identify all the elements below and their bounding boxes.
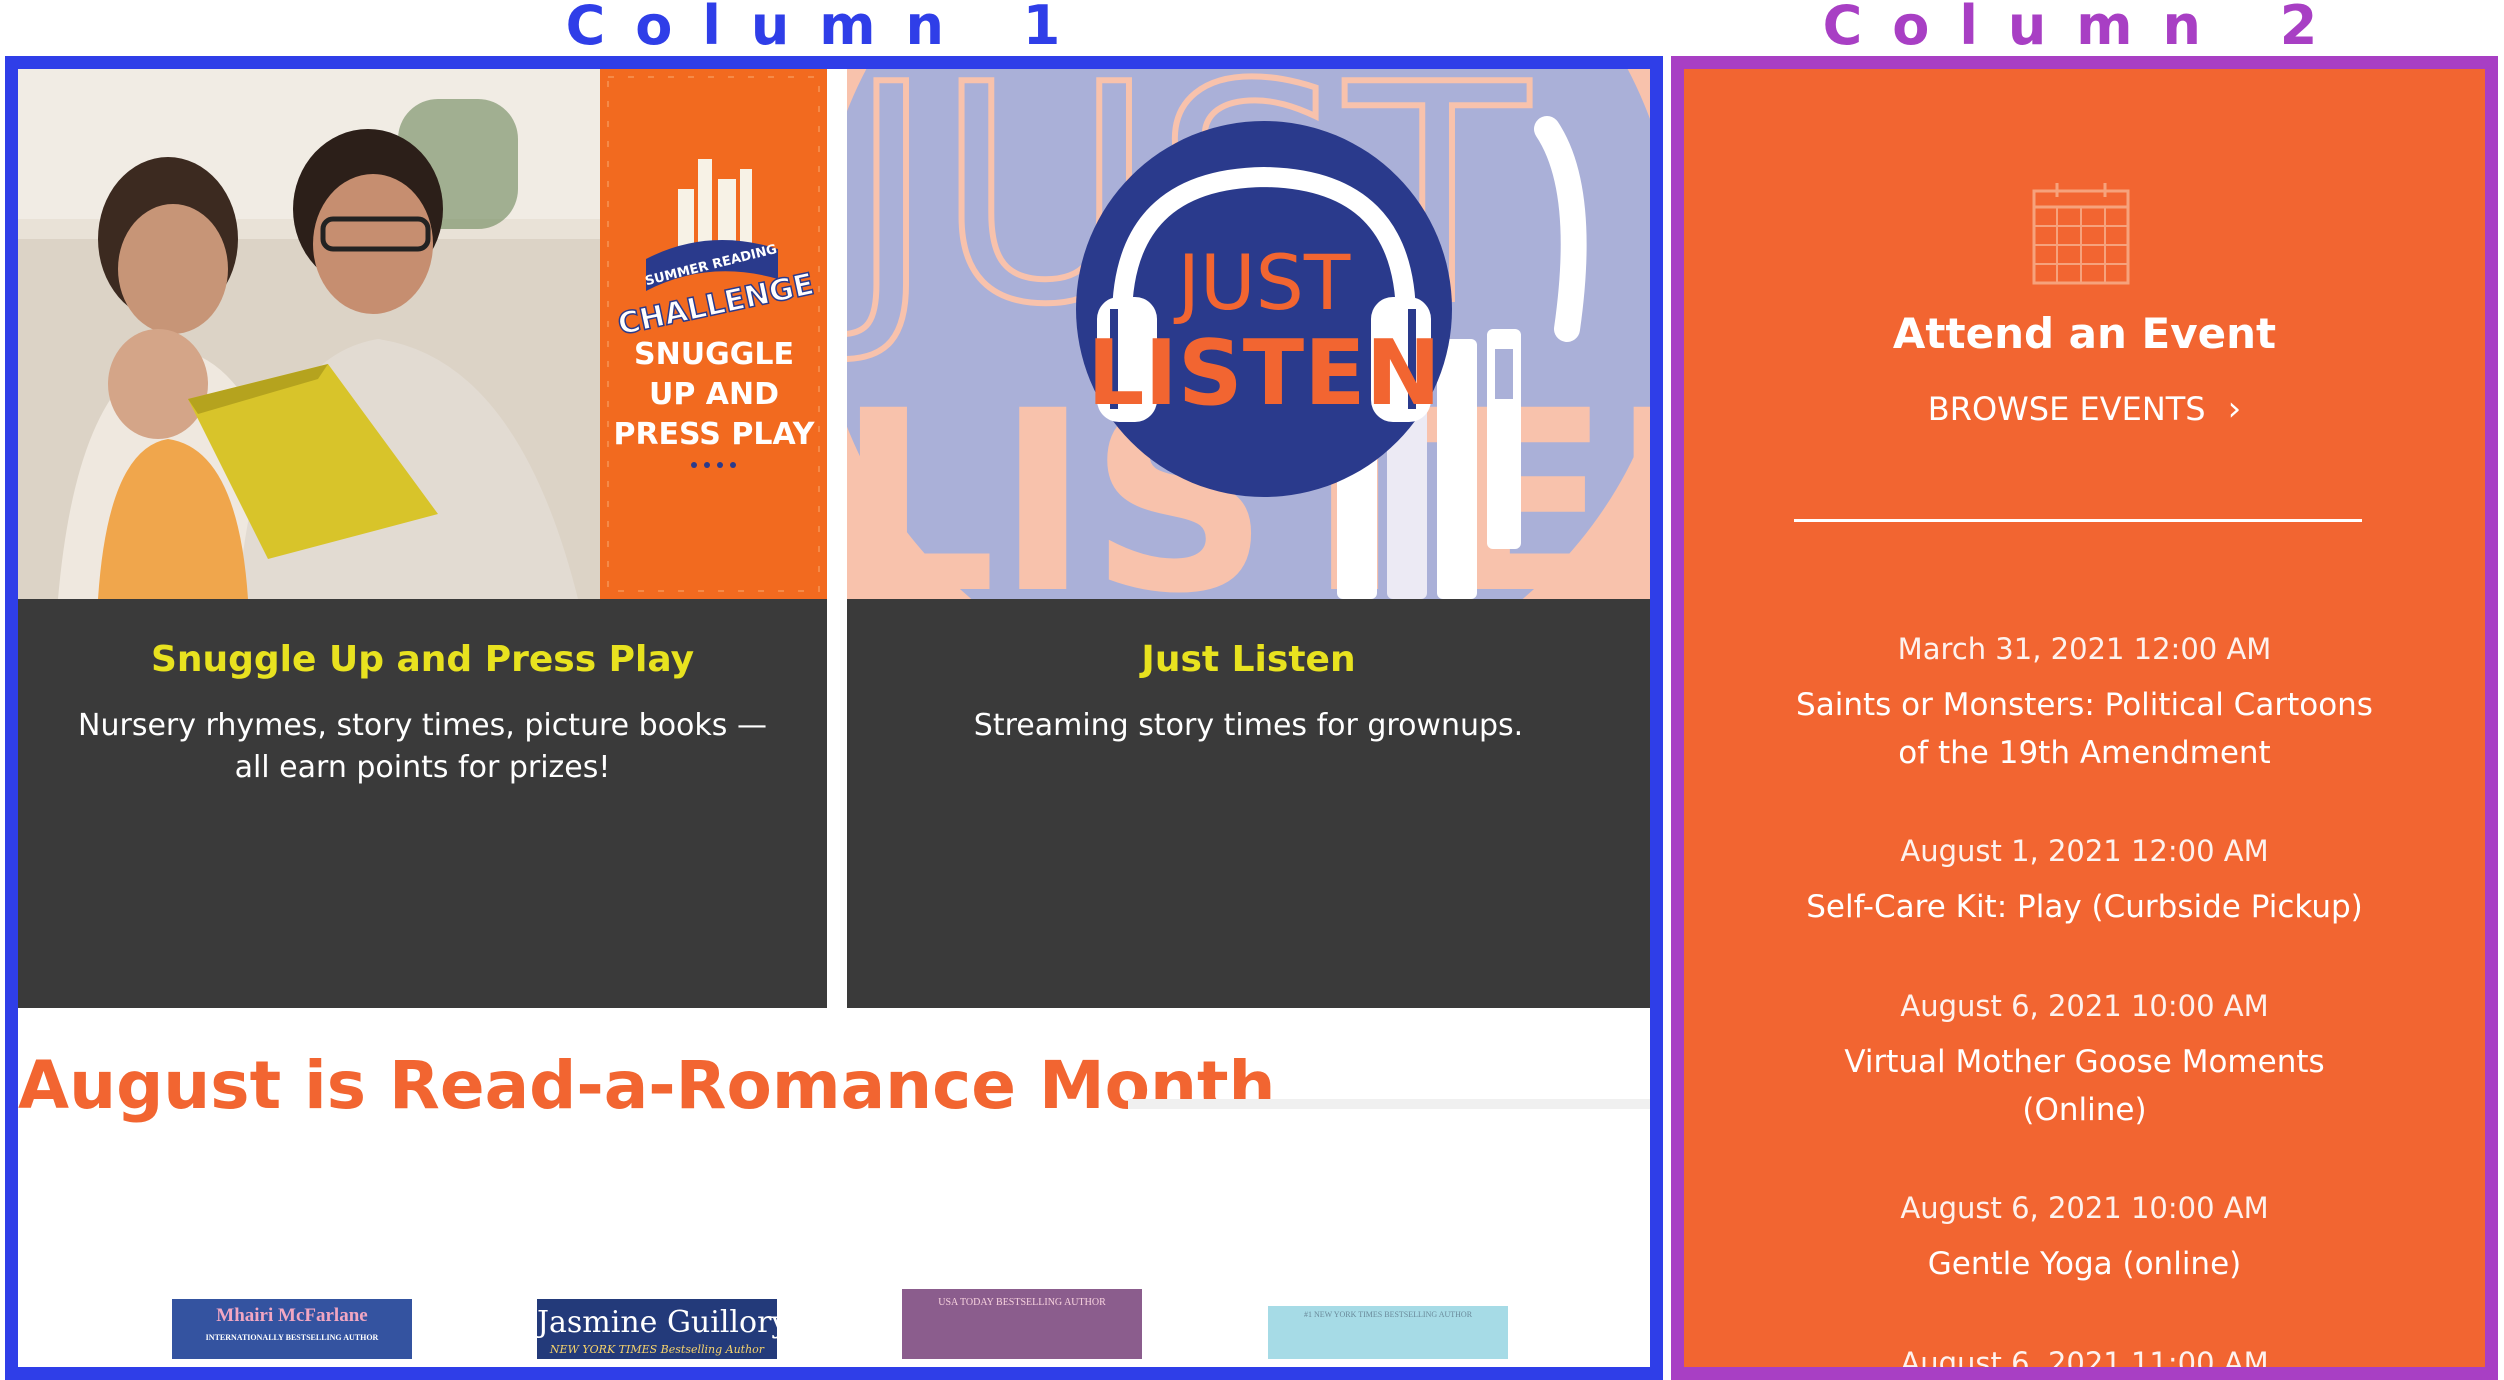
event-title-line: of the 19th Amendment	[1898, 735, 2271, 771]
promo-up-and: UP AND	[649, 377, 779, 412]
calendar-icon	[2032, 183, 2130, 285]
event-item[interactable]: August 6, 2021 10:00 AM Gentle Yoga (onli…	[1724, 1188, 2445, 1288]
promo-press-play: PRESS PLAY	[613, 417, 815, 452]
just-listen-logo-listen: LISTEN	[1087, 321, 1441, 426]
just-listen-artwork: JUST LISTEN JUST LISTEN	[847, 69, 1650, 599]
promo-snuggle: SNUGGLE	[634, 337, 794, 372]
event-title-line: Virtual Mother Goose Moments	[1844, 1044, 2325, 1080]
chevron-right-icon: ›	[2227, 389, 2242, 429]
event-date: August 1, 2021 12:00 AM	[1900, 834, 2269, 868]
event-item[interactable]: August 6, 2021 10:00 AM Virtual Mother Go…	[1724, 986, 2445, 1134]
event-title-line: (Online)	[2022, 1092, 2147, 1128]
card-just-listen[interactable]: JUST LISTEN JUST LISTEN Just Listen Stre…	[847, 69, 1650, 1008]
event-title-link[interactable]: Gentle Yoga (online)	[1724, 1240, 2445, 1288]
event-item[interactable]: August 1, 2021 12:00 AM Self-Care Kit: Pl…	[1724, 831, 2445, 931]
just-listen-logo-just: JUST	[1174, 238, 1351, 327]
card-title[interactable]: Just Listen	[847, 639, 1650, 680]
browse-events-link[interactable]: BROWSE EVENTS ›	[1684, 389, 2485, 429]
family-reading-photo: SUMMER READING CHALLENGE SNUGGLE UP AND …	[18, 69, 827, 599]
event-date: March 31, 2021 12:00 AM	[1897, 632, 2272, 666]
browse-events-label: BROWSE EVENTS	[1927, 390, 2206, 428]
event-title-line: Gentle Yoga (online)	[1927, 1246, 2242, 1282]
event-date: August 6, 2021 10:00 AM	[1900, 1191, 2269, 1225]
event-title-link[interactable]: Saints or Monsters: Political Cartoons of…	[1724, 681, 2445, 777]
event-title-link[interactable]: Virtual Mother Goose Moments (Online)	[1724, 1038, 2445, 1134]
event-item[interactable]: March 31, 2021 12:00 AM Saints or Monster…	[1724, 629, 2445, 777]
card-title[interactable]: Snuggle Up and Press Play	[18, 639, 827, 680]
column-2-label: Column 2	[1822, 0, 2348, 57]
heading-rule	[1128, 1099, 1650, 1109]
book-tagline: #1 NEW YORK TIMES BESTSELLING AUTHOR	[1303, 1310, 1473, 1319]
romance-month-heading: August is Read-a-Romance Month	[18, 1047, 1276, 1124]
events-heading: Attend an Event	[1892, 309, 2277, 358]
book-author: Mhairi McFarlane	[216, 1305, 368, 1326]
card-snuggle-up[interactable]: SUMMER READING CHALLENGE SNUGGLE UP AND …	[18, 69, 827, 1008]
event-title-line: Saints or Monsters: Political Cartoons	[1796, 687, 2373, 723]
event-date: August 6, 2021 10:00 AM	[1900, 989, 2269, 1023]
book-cover[interactable]: Mhairi McFarlane INTERNATIONALLY BESTSEL…	[172, 1299, 412, 1359]
just-listen-banner-image[interactable]: JUST LISTEN JUST LISTEN	[847, 69, 1650, 599]
column-1-frame: SUMMER READING CHALLENGE SNUGGLE UP AND …	[5, 56, 1663, 1380]
book-author: Jasmine Guillory	[537, 1305, 777, 1340]
card-description: Nursery rhymes, story times, picture boo…	[78, 708, 767, 785]
snuggle-up-banner-image[interactable]: SUMMER READING CHALLENGE SNUGGLE UP AND …	[18, 69, 827, 599]
book-cover[interactable]: USA TODAY BESTSELLING AUTHOR	[902, 1289, 1142, 1359]
book-tagline: USA TODAY BESTSELLING AUTHOR	[938, 1297, 1106, 1308]
event-title-link[interactable]: Self-Care Kit: Play (Curbside Pickup)	[1724, 883, 2445, 931]
book-cover[interactable]: Jasmine Guillory NEW YORK TIMES Bestsell…	[537, 1299, 777, 1359]
events-divider	[1794, 519, 2362, 522]
event-date: August 6, 2021 11:00 AM	[1900, 1346, 2269, 1380]
book-tagline: NEW YORK TIMES Bestselling Author	[549, 1343, 765, 1356]
book-tagline: INTERNATIONALLY BESTSELLING AUTHOR	[205, 1333, 379, 1342]
event-title-line: Self-Care Kit: Play (Curbside Pickup)	[1806, 889, 2363, 925]
column-2-frame: Attend an Event BROWSE EVENTS › March 31,…	[1671, 56, 2498, 1380]
card-description: Streaming story times for grownups.	[973, 708, 1524, 743]
book-cover[interactable]: #1 NEW YORK TIMES BESTSELLING AUTHOR	[1268, 1306, 1508, 1359]
event-item[interactable]: August 6, 2021 11:00 AM	[1724, 1343, 2445, 1380]
column-1-label: Column 1	[565, 0, 1091, 57]
